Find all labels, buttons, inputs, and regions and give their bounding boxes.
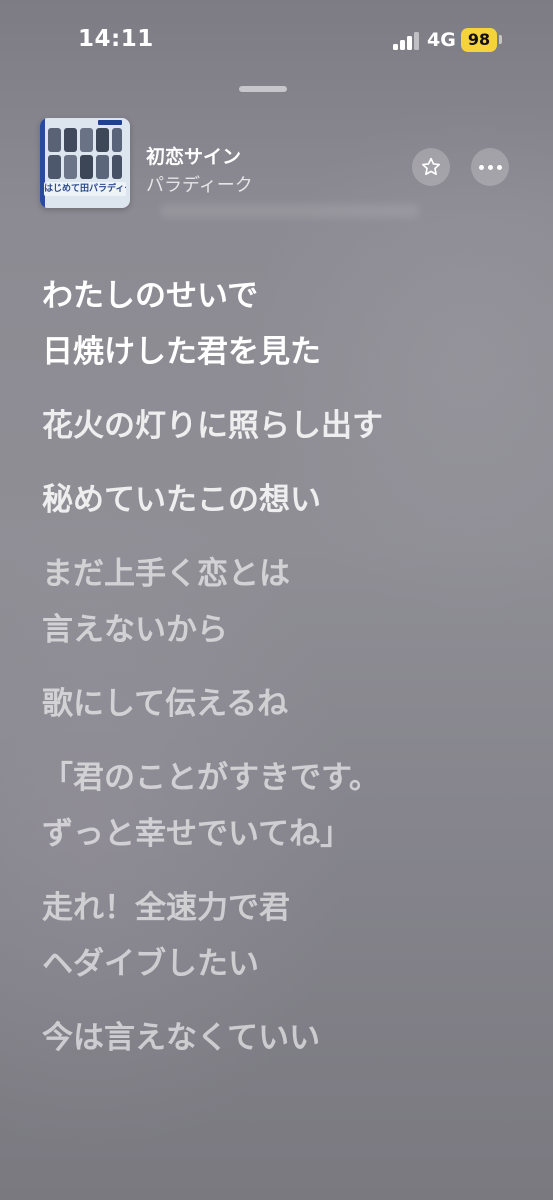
network-type: 4G [427,29,456,51]
battery-tip [499,35,502,44]
lyric-line[interactable]: 秘めていたこの想い [42,472,522,528]
lyric-line[interactable]: 花火の灯りに照らし出す [42,398,522,454]
signal-icon [393,32,419,50]
lyrics-list[interactable]: わたしのせいで 日焼けした君を見た 花火の灯りに照らし出す 秘めていたこの想い ま… [42,268,522,1084]
lyric-line[interactable]: 歌にして伝えるね [42,676,522,732]
more-button[interactable] [471,148,509,186]
album-artwork[interactable]: はじめて田パラディーク [40,118,130,208]
artwork-members [46,126,124,182]
lyric-line-active[interactable]: わたしのせいで 日焼けした君を見た [42,268,522,380]
lyric-line[interactable]: 今は言えなくていい [42,1010,522,1066]
ellipsis-icon [478,164,502,170]
artwork-logo [98,120,122,125]
status-time: 14:11 [78,26,154,52]
song-title[interactable]: 初恋サイン [146,142,241,169]
lyric-line[interactable]: 走れ！全速力で君 ヘダイブしたい [42,880,522,992]
battery-icon: 98 [461,28,497,52]
previous-lyric-fade [160,204,420,218]
artwork-title: はじめて田パラディーク [44,184,126,194]
sheet-grabber[interactable] [239,86,287,92]
star-icon [421,157,441,176]
artist-name[interactable]: パラディーク [146,171,253,197]
status-bar: 14:11 4G 98 [0,0,553,82]
favorite-button[interactable] [412,148,450,186]
lyric-line[interactable]: まだ上手く恋とは 言えないから [42,546,522,658]
lyric-line[interactable]: 「君のことがすきです。 ずっと幸せでいてね」 [42,750,522,862]
